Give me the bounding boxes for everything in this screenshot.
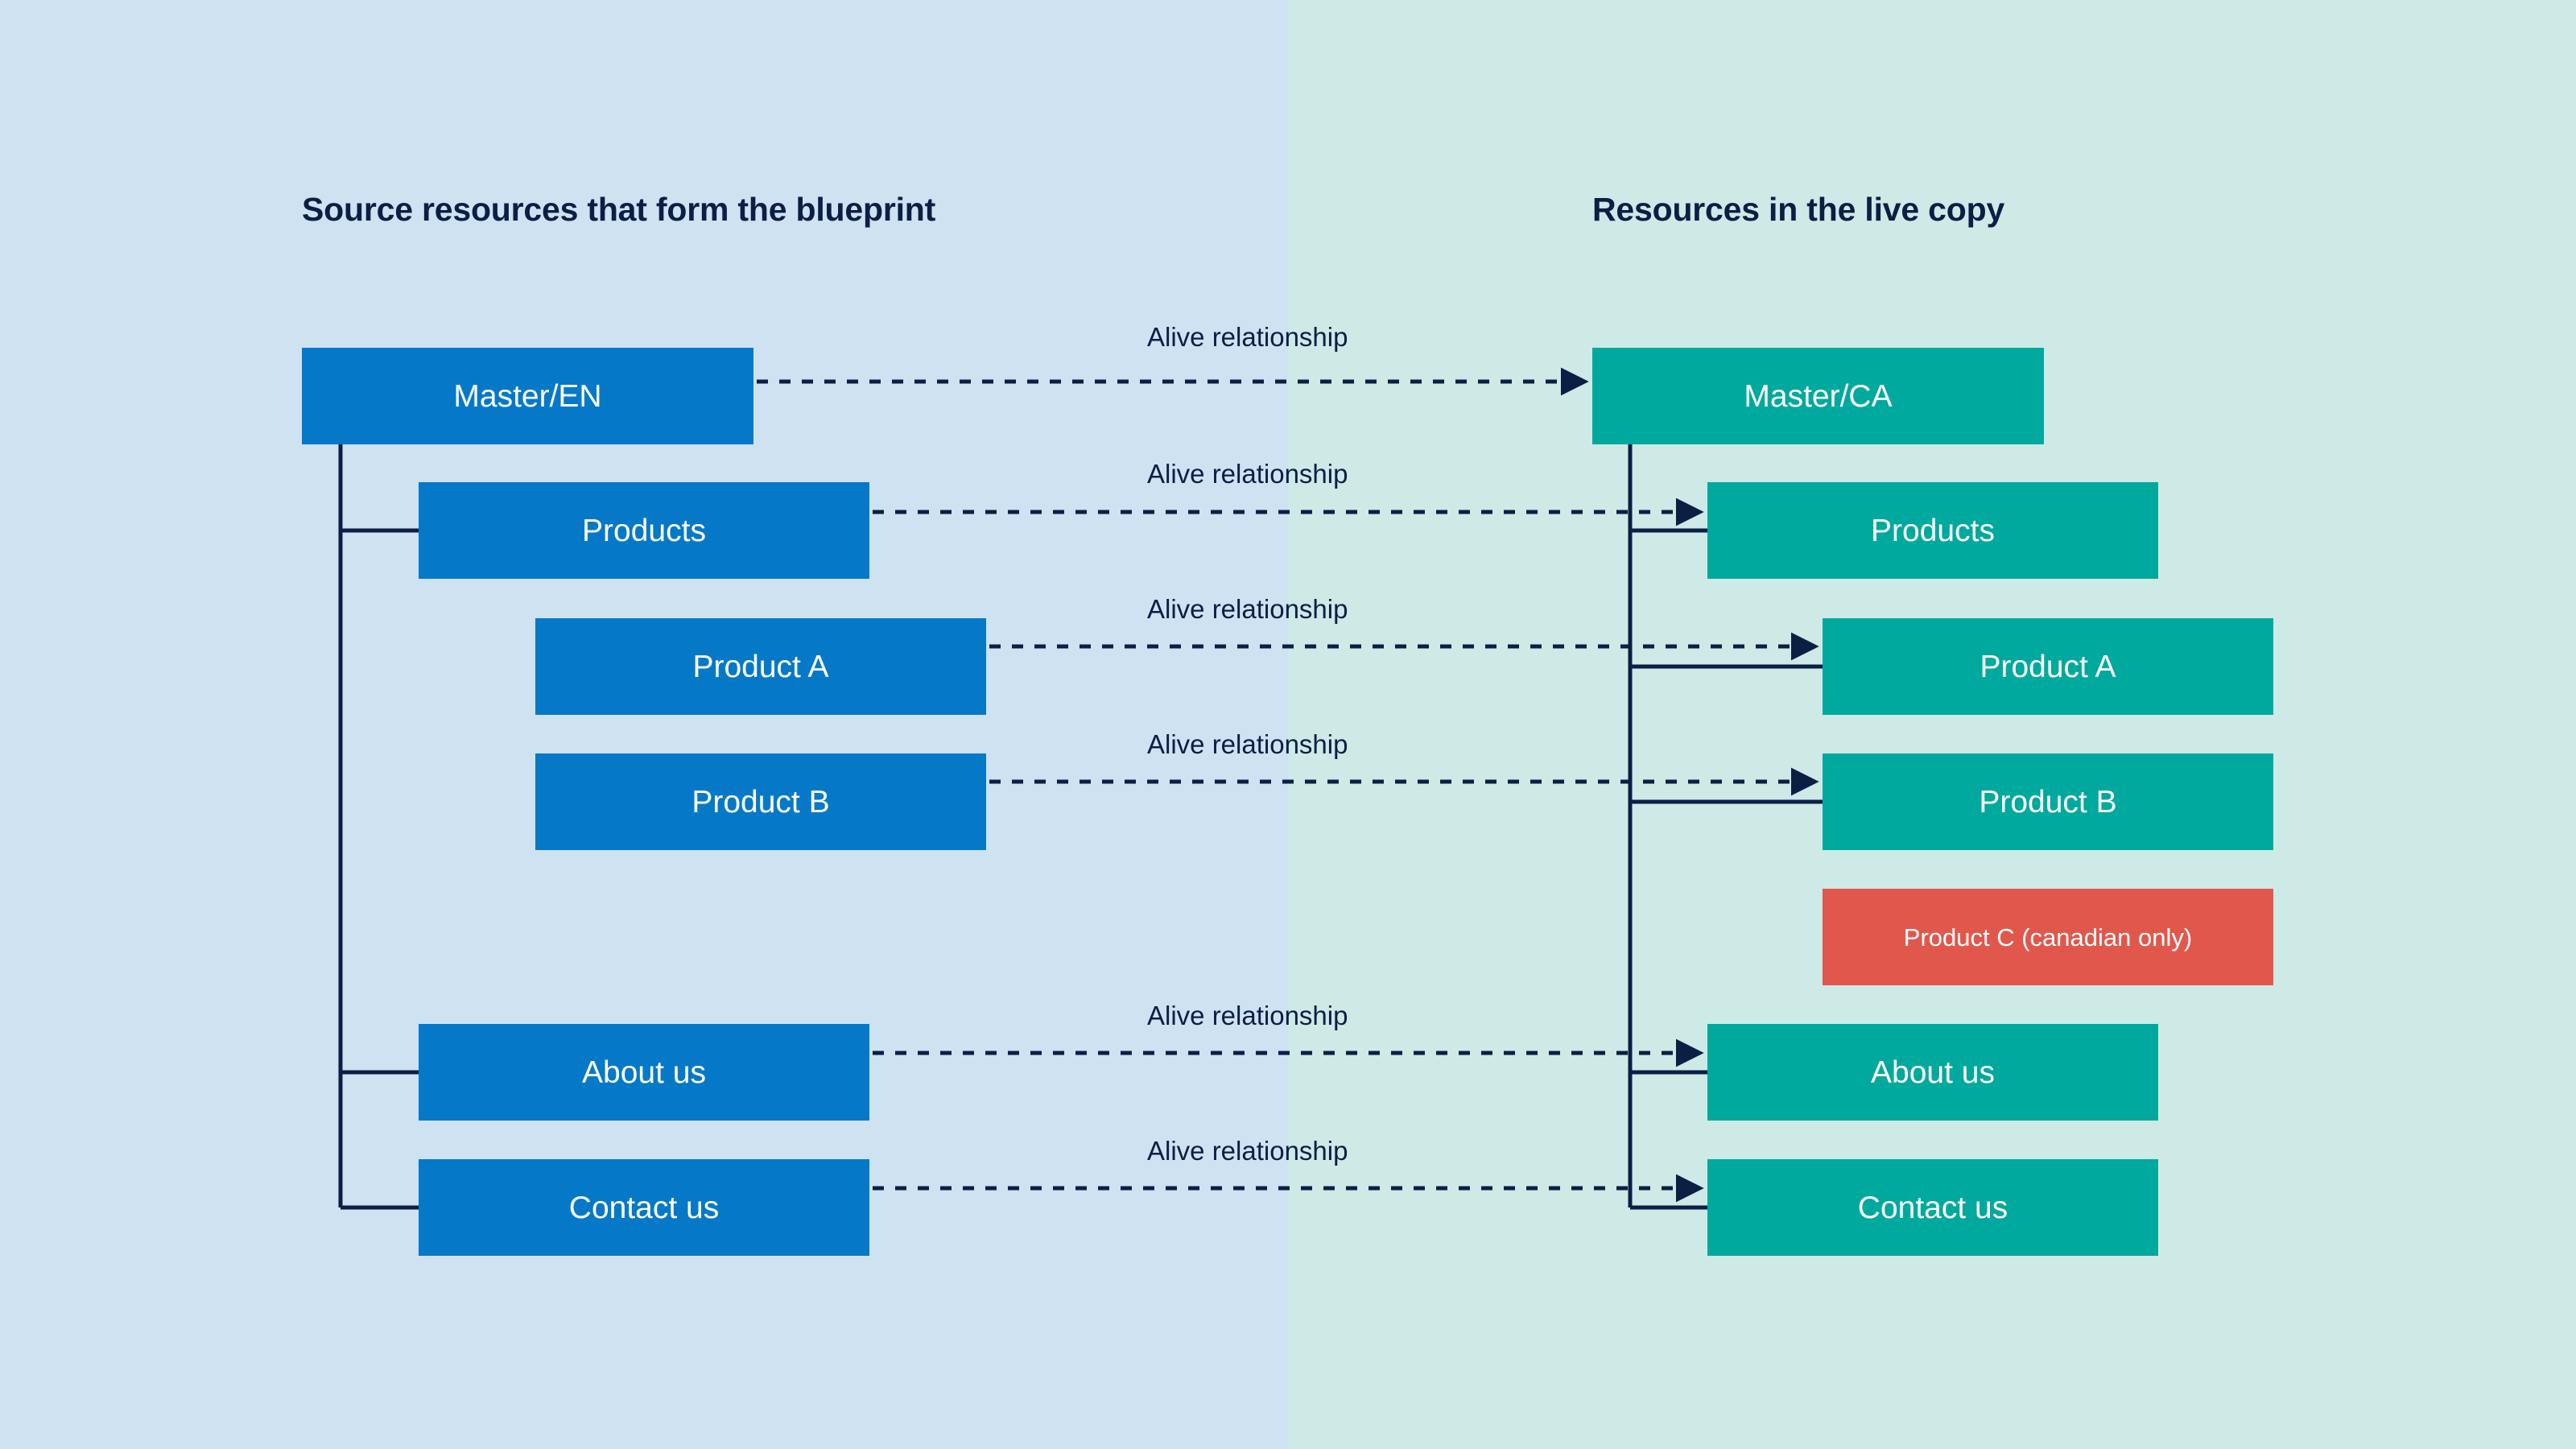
source-node-about-us[interactable]: About us: [419, 1024, 869, 1121]
live-node-contact-us[interactable]: Contact us: [1707, 1159, 2158, 1256]
connector-layer: [338, 367, 1823, 1210]
source-node-master-en[interactable]: Master/EN: [302, 348, 753, 444]
source-node-product-a[interactable]: Product A: [535, 618, 986, 715]
alive-relationship-label: Alive relationship: [1147, 1136, 1348, 1166]
live-node-product-c-canadian-only[interactable]: Product C (canadian only): [1823, 889, 2273, 985]
alive-relationship-label: Alive relationship: [1147, 1001, 1348, 1030]
source-node-products[interactable]: Products: [419, 482, 869, 579]
source-node-contact-us[interactable]: Contact us: [419, 1159, 869, 1256]
node-label: Product A: [1979, 649, 2116, 684]
node-label: Products: [582, 513, 706, 548]
node-label: About us: [582, 1055, 706, 1090]
live-node-product-a[interactable]: Product A: [1823, 618, 2273, 715]
live-node-products[interactable]: Products: [1707, 482, 2158, 579]
live-node-product-b[interactable]: Product B: [1823, 753, 2273, 850]
node-label: Master/CA: [1744, 378, 1893, 414]
node-label: Product C (canadian only): [1903, 923, 2193, 952]
node-label: Master/EN: [453, 378, 602, 414]
alive-relationship-label: Alive relationship: [1147, 459, 1348, 489]
source-node-product-b[interactable]: Product B: [535, 753, 986, 850]
node-label: Contact us: [1857, 1190, 2008, 1225]
live-node-master-ca[interactable]: Master/CA: [1592, 348, 2044, 444]
diagram-canvas: Source resources that form the blueprint…: [0, 0, 2576, 1449]
alive-relationship-label: Alive relationship: [1147, 729, 1348, 759]
live-node-about-us[interactable]: About us: [1707, 1024, 2158, 1121]
node-label: Product A: [692, 649, 829, 684]
alive-relationship-label: Alive relationship: [1147, 594, 1348, 624]
node-label: Products: [1871, 513, 1995, 548]
alive-relationship-label: Alive relationship: [1147, 322, 1348, 352]
node-label: Product B: [1979, 784, 2117, 819]
node-label: Contact us: [568, 1190, 720, 1225]
node-label: Product B: [691, 784, 830, 819]
node-label: About us: [1871, 1055, 1995, 1090]
